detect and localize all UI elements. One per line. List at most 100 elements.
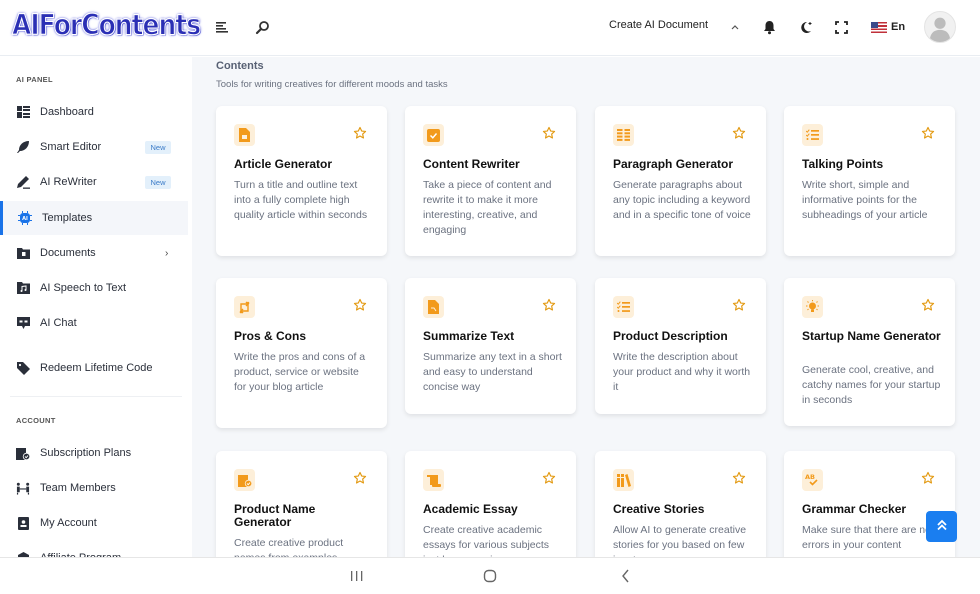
star-favorite-icon[interactable] bbox=[732, 471, 746, 485]
sidebar-item-my-account[interactable]: My Account bbox=[0, 506, 188, 540]
sidebar-item-dashboard[interactable]: Dashboard bbox=[0, 95, 188, 129]
sidebar-item-team-members[interactable]: Team Members bbox=[0, 471, 188, 505]
user-avatar-icon[interactable] bbox=[924, 11, 956, 43]
sidebar-item-label: Redeem Lifetime Code bbox=[40, 362, 153, 374]
star-favorite-icon[interactable] bbox=[353, 471, 367, 485]
android-navigation-bar bbox=[0, 557, 980, 594]
sidebar-item-label: AI Speech to Text bbox=[40, 282, 127, 294]
star-favorite-icon[interactable] bbox=[921, 471, 935, 485]
card-description: Write short, simple and informative poin… bbox=[802, 179, 928, 221]
template-card[interactable]: Article Generator Turn a title and outlin… bbox=[216, 106, 387, 256]
template-card[interactable]: Content Rewriter Take a piece of content … bbox=[405, 106, 576, 256]
team-icon bbox=[16, 481, 30, 495]
star-favorite-icon[interactable] bbox=[921, 298, 935, 312]
ai-chip-icon: AI bbox=[18, 211, 32, 225]
card-title: Academic Essay bbox=[423, 502, 518, 516]
double-chevron-up-icon bbox=[936, 518, 948, 536]
create-ai-document-button[interactable]: Create AI Document bbox=[609, 19, 708, 31]
card-title: Paragraph Generator bbox=[613, 157, 734, 171]
template-card[interactable]: Product Description Write the description… bbox=[595, 278, 766, 414]
card-title: Article Generator bbox=[234, 157, 333, 171]
card-description: Take a piece of content and rewrite it t… bbox=[423, 179, 552, 236]
sidebar-item-ai-speech-to-text[interactable]: AI Speech to Text bbox=[0, 271, 188, 305]
template-card[interactable]: Product Name Generator Create creative pr… bbox=[216, 451, 387, 557]
star-favorite-icon[interactable] bbox=[732, 298, 746, 312]
card-description: Write the pros and cons of a product, se… bbox=[234, 351, 366, 393]
new-badge: New bbox=[145, 175, 171, 189]
sidebar-item-smart-editor[interactable]: Smart Editor New bbox=[0, 130, 188, 164]
bell-icon[interactable] bbox=[760, 17, 778, 37]
page-title: Contents bbox=[216, 60, 264, 72]
card-description: Write the description about your product… bbox=[613, 351, 751, 393]
template-card[interactable]: Summarize Text Summarize any text in a sh… bbox=[405, 278, 576, 414]
language-selector[interactable]: En bbox=[871, 18, 905, 36]
chevron-right-icon: › bbox=[165, 247, 169, 259]
card-description: Create creative academic essays for vari… bbox=[423, 524, 550, 557]
section-title-ai-panel: AI PANEL bbox=[16, 75, 53, 84]
sidebar-item-label: Team Members bbox=[40, 482, 116, 494]
language-label: En bbox=[891, 21, 906, 33]
template-card[interactable]: Paragraph Generator Generate paragraphs a… bbox=[595, 106, 766, 256]
scroll-to-top-button[interactable] bbox=[926, 511, 957, 542]
fullscreen-icon[interactable] bbox=[833, 18, 849, 36]
gift-check-icon bbox=[234, 469, 255, 491]
music-folder-icon bbox=[16, 281, 30, 295]
id-badge-icon bbox=[16, 516, 30, 530]
dashboard-icon bbox=[16, 105, 30, 119]
star-favorite-icon[interactable] bbox=[542, 471, 556, 485]
scroll-icon bbox=[423, 469, 444, 491]
logo[interactable]: AIForContents bbox=[11, 7, 201, 41]
template-card[interactable]: Talking Points Write short, simple and in… bbox=[784, 106, 955, 256]
svg-text:AI: AI bbox=[22, 216, 28, 222]
sidebar-item-subscription-plans[interactable]: Subscription Plans bbox=[0, 436, 188, 470]
page-subtitle: Tools for writing creatives for differen… bbox=[216, 79, 448, 90]
star-favorite-icon[interactable] bbox=[732, 126, 746, 140]
recents-icon[interactable] bbox=[348, 567, 364, 585]
star-favorite-icon[interactable] bbox=[921, 126, 935, 140]
sidebar-item-templates[interactable]: AI Templates bbox=[0, 201, 188, 235]
app: AIForContents Create AI Document En AI P bbox=[0, 0, 980, 594]
back-icon[interactable] bbox=[618, 567, 634, 585]
home-icon[interactable] bbox=[482, 567, 498, 585]
card-description: Generate paragraphs about any topic incl… bbox=[613, 179, 751, 221]
sidebar-item-label: My Account bbox=[40, 517, 97, 529]
sidebar-item-ai-rewriter[interactable]: AI ReWriter New bbox=[0, 165, 188, 199]
sidebar-item-ai-chat[interactable]: AI Chat bbox=[0, 306, 188, 340]
card-title: Summarize Text bbox=[423, 329, 515, 343]
section-title-account: ACCOUNT bbox=[16, 416, 56, 425]
star-favorite-icon[interactable] bbox=[353, 126, 367, 140]
sidebar-item-label: Templates bbox=[42, 212, 93, 224]
sidebar-item-affiliate-program[interactable]: Affiliate Program bbox=[0, 541, 188, 557]
moon-icon[interactable] bbox=[797, 17, 815, 37]
star-favorite-icon[interactable] bbox=[542, 298, 556, 312]
card-title: Startup Name Generator bbox=[802, 329, 941, 343]
star-favorite-icon[interactable] bbox=[353, 298, 367, 312]
template-card[interactable]: Pros & Cons Write the pros and cons of a … bbox=[216, 278, 387, 428]
card-description: Create creative product names from examp… bbox=[234, 537, 344, 557]
chevron-up-icon[interactable] bbox=[728, 19, 742, 35]
template-card[interactable]: Academic Essay Create creative academic e… bbox=[405, 451, 576, 557]
sidebar-item-documents[interactable]: Documents › bbox=[0, 236, 188, 270]
exchange-icon bbox=[234, 296, 255, 318]
sidebar-divider bbox=[10, 396, 182, 397]
us-flag-icon bbox=[871, 21, 887, 33]
checklist-icon bbox=[802, 124, 823, 146]
top-header: AIForContents Create AI Document En bbox=[0, 0, 980, 56]
search-icon[interactable] bbox=[252, 17, 272, 37]
sidebar: AI PANEL Dashboard Smart Editor New AI R… bbox=[0, 57, 192, 557]
card-description: Make sure that there are no errors in yo… bbox=[802, 524, 931, 551]
star-favorite-icon[interactable] bbox=[542, 126, 556, 140]
template-card[interactable]: Startup Name Generator Generate cool, cre… bbox=[784, 278, 955, 426]
sidebar-item-label: AI ReWriter bbox=[40, 176, 97, 188]
sidebar-item-redeem-lifetime-code[interactable]: Redeem Lifetime Code bbox=[0, 351, 188, 385]
spellcheck-icon: AB bbox=[802, 469, 823, 491]
tag-icon bbox=[16, 361, 30, 375]
template-card[interactable]: Creative Stories Allow AI to generate cre… bbox=[595, 451, 766, 557]
card-title: Talking Points bbox=[802, 157, 884, 171]
sidebar-item-label: Dashboard bbox=[40, 106, 94, 118]
svg-text:AB: AB bbox=[805, 473, 815, 481]
card-description: Summarize any text in a short and easy t… bbox=[423, 351, 562, 393]
menu-lines-icon[interactable] bbox=[212, 17, 232, 37]
chat-icon bbox=[16, 316, 30, 330]
checkbox-icon bbox=[423, 124, 444, 146]
